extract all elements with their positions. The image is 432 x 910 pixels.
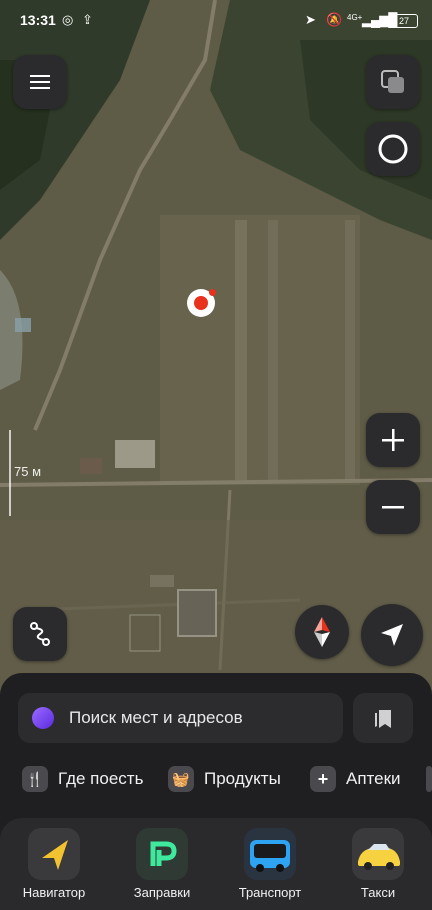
bookmarks-button[interactable] — [353, 693, 413, 743]
pin-tip — [209, 289, 216, 296]
navigator-arrow-icon — [28, 828, 80, 880]
category-chips: 🍴 Где поесть 🧺 Продукты + Аптеки — [0, 762, 432, 796]
bookmarks-icon — [375, 710, 391, 728]
compass-icon — [314, 617, 330, 647]
chip-label: Продукты — [204, 769, 281, 788]
layers-button[interactable] — [366, 55, 420, 109]
upload-icon: ⇪ — [82, 12, 93, 27]
location-arrow-icon: ➤ — [305, 12, 316, 27]
chip-food[interactable]: 🍴 Где поесть — [22, 762, 143, 796]
zoom-in-button[interactable] — [366, 413, 420, 467]
app-taxi[interactable]: Такси — [328, 828, 428, 900]
ring-icon — [378, 134, 408, 164]
zoom-out-button[interactable] — [366, 480, 420, 534]
pin-dot — [194, 296, 208, 310]
alice-icon — [32, 707, 54, 729]
mute-icon: 🔕 — [326, 12, 343, 27]
chip-label: Аптеки — [346, 769, 401, 788]
refuel-logo-icon — [136, 828, 188, 880]
route-icon — [30, 622, 50, 646]
basket-icon: 🧺 — [168, 766, 194, 792]
app-navigator[interactable]: Навигатор — [4, 828, 104, 900]
chip-more[interactable] — [426, 762, 432, 796]
app-transport[interactable]: Транспорт — [220, 828, 320, 900]
navigation-arrow-icon — [381, 624, 403, 646]
app-label: Заправки — [133, 885, 191, 900]
menu-button[interactable] — [13, 55, 67, 109]
app-label: Такси — [360, 885, 396, 900]
route-button[interactable] — [13, 607, 67, 661]
taxi-car-icon — [352, 828, 404, 880]
chip-pharmacies[interactable]: + Аптеки — [310, 762, 401, 796]
location-pin[interactable] — [187, 289, 216, 317]
chip-label: Где поесть — [58, 769, 144, 788]
search-bar[interactable]: Поиск мест и адресов — [18, 693, 343, 743]
chip-groceries[interactable]: 🧺 Продукты — [168, 762, 281, 796]
my-location-button[interactable] — [361, 604, 423, 666]
compass-button[interactable] — [295, 605, 349, 659]
search-placeholder: Поиск мест и адресов — [69, 708, 243, 727]
plus-cross-icon: + — [310, 766, 336, 792]
app-label: Навигатор — [22, 885, 86, 900]
minus-icon — [382, 506, 404, 509]
bus-icon — [244, 828, 296, 880]
scale-label: 75 м — [14, 464, 42, 479]
status-time: 13:31 — [20, 12, 56, 28]
chip-partial-icon — [426, 766, 432, 792]
network-type: 4G+ — [347, 13, 363, 22]
plus-icon — [382, 429, 404, 451]
battery-indicator: 27 — [390, 14, 418, 28]
assistant-button[interactable] — [366, 122, 420, 176]
whatsapp-icon: ◎ — [62, 12, 74, 27]
app-label: Транспорт — [238, 885, 302, 900]
status-bar: 13:31 ◎ ⇪ ➤ 🔕 4G+ ▂▄▆█ 27 — [0, 0, 432, 40]
layers-icon — [381, 70, 404, 93]
scale-bar — [9, 430, 11, 516]
app-refuel[interactable]: Заправки — [112, 828, 212, 900]
fork-knife-icon: 🍴 — [22, 766, 48, 792]
hamburger-icon — [30, 75, 50, 89]
